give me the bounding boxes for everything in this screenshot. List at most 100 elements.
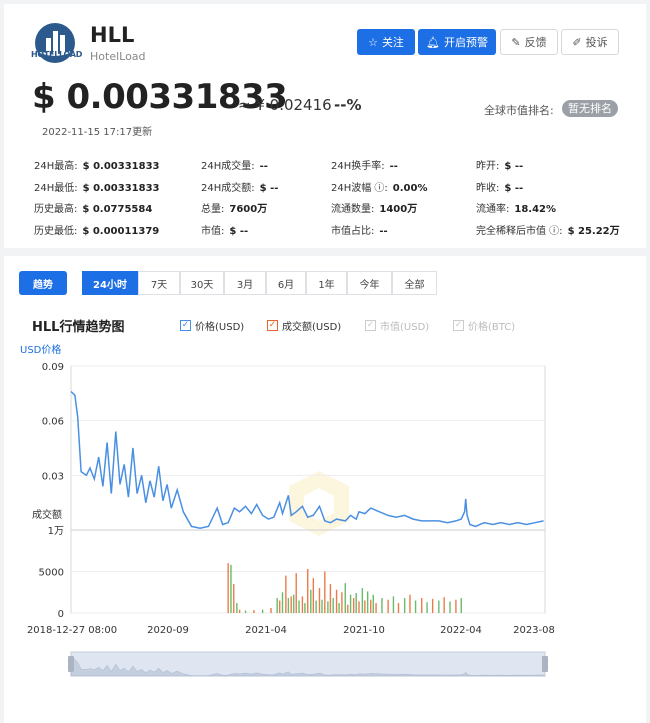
stat-item: 24H最高: $ 0.00331833 [34, 157, 160, 172]
volume-bar [375, 603, 377, 613]
pen-icon: ✐ [572, 35, 582, 49]
volume-bar [276, 598, 278, 613]
stat-item: 流通数量: 1400万 [331, 200, 417, 215]
volume-bar [327, 601, 329, 613]
volume-bar [293, 594, 295, 613]
stat-item: 总量: 7600万 [201, 200, 267, 215]
stat-value: $ -- [229, 226, 249, 237]
volume-bar [421, 598, 423, 613]
volume-bar [318, 588, 321, 613]
price-cny: ≈ ¥ 0.02416 [238, 96, 332, 114]
stat-value: $ -- [504, 183, 524, 194]
volume-bar [290, 596, 292, 613]
stat-value: $ 0.00011379 [82, 226, 160, 237]
volume-bar [392, 596, 395, 613]
volume-bar [366, 591, 369, 613]
stat-item: 市值占比: -- [331, 222, 388, 237]
volume-bar [364, 600, 366, 613]
volume-tick-label: 1万 [48, 526, 64, 537]
volume-bar [233, 583, 235, 613]
watermark-icon [289, 471, 349, 536]
stat-value: -- [259, 161, 268, 172]
feedback-button[interactable]: ✎ 反馈 [500, 29, 558, 55]
stat-value: -- [379, 226, 388, 237]
price-axis-label: USD价格 [20, 343, 61, 356]
stat-value: $ 0.0775584 [82, 204, 153, 215]
volume-tick-label: 5000 [39, 568, 64, 579]
volume-bar [361, 588, 364, 613]
volume-bar [397, 603, 400, 613]
volume-bar [431, 598, 434, 613]
report-button[interactable]: ✐ 投诉 [561, 29, 619, 55]
volume-bar [352, 598, 355, 613]
stat-value: $ 0.00331833 [82, 183, 160, 194]
volume-bar [312, 578, 315, 613]
volume-tick-label: 0 [58, 609, 64, 620]
volume-bar [287, 598, 290, 613]
volume-bar [403, 598, 406, 613]
stat-label: 市值: [201, 226, 225, 237]
volume-bar [355, 593, 357, 613]
x-tick-label: 2023-08 [513, 625, 555, 636]
volume-bar [279, 600, 281, 613]
coin-name: HotelLoad [90, 50, 146, 63]
volume-bar [409, 594, 411, 613]
edit-icon: ✎ [511, 35, 521, 49]
stat-label: 完全稀释后市值 ⓘ: [476, 226, 563, 237]
price-tick-label: 0.06 [42, 417, 64, 428]
rank-badge: 暂无排名 [562, 100, 618, 117]
stat-label: 昨收: [476, 183, 500, 194]
stat-value: $ 0.00331833 [82, 161, 160, 172]
rank-label: 全球市值排名: [484, 104, 554, 117]
stat-label: 24H成交量: [201, 161, 255, 172]
volume-bar [301, 596, 304, 613]
stat-value: 0.00% [392, 183, 428, 194]
coin-symbol: HLL [90, 23, 135, 47]
volume-bar [270, 608, 272, 613]
stat-label: 24H波幅 ⓘ: [331, 183, 388, 194]
volume-bar [329, 583, 332, 613]
alert-button[interactable]: 🔔︎ 开启预警 [418, 29, 496, 55]
volume-bar [370, 599, 372, 613]
zoom-navigator[interactable] [68, 651, 548, 677]
volume-bar [304, 603, 306, 613]
stat-item: 昨收: $ -- [476, 179, 523, 194]
stat-label: 市值占比: [331, 226, 375, 237]
volume-bar [332, 598, 334, 613]
volume-bar [338, 603, 340, 613]
stat-item: 24H换手率: -- [331, 157, 398, 172]
bell-icon: 🔔︎ [426, 35, 440, 49]
volume-bar [236, 603, 238, 613]
volume-bar [295, 573, 297, 613]
stat-item: 24H波幅 ⓘ: 0.00% [331, 179, 428, 194]
stat-item: 昨开: $ -- [476, 157, 523, 172]
volume-bar [455, 599, 457, 613]
zoom-handle-right[interactable] [542, 656, 548, 672]
volume-bar [261, 609, 264, 613]
coin-info-card: HOTELLOAD HLL HotelLoad ☆ 关注 🔔︎ 开启预警 ✎ 反… [4, 4, 646, 248]
volume-bar [381, 598, 383, 613]
volume-bar [335, 589, 338, 613]
price-tick-label: 0.03 [42, 471, 64, 482]
stat-value: $ 25.22万 [567, 226, 620, 237]
volume-bar [321, 599, 323, 613]
x-tick-label: 2021-04 [245, 625, 287, 636]
logo-text: HOTELLOAD [31, 50, 83, 59]
x-tick-label: 2022-04 [440, 625, 482, 636]
stat-value: 7600万 [229, 204, 268, 215]
volume-bar [387, 599, 389, 613]
volume-bar [307, 569, 309, 613]
stat-value: $ -- [504, 161, 524, 172]
stat-label: 历史最高: [34, 204, 78, 215]
stat-item: 24H成交额: $ -- [201, 179, 278, 194]
stat-value: 1400万 [379, 204, 418, 215]
stat-item: 历史最高: $ 0.0775584 [34, 200, 152, 215]
volume-bar [414, 600, 417, 613]
stat-item: 24H最低: $ 0.00331833 [34, 179, 160, 194]
price-change: --% [334, 96, 362, 114]
follow-button[interactable]: ☆ 关注 [357, 29, 415, 55]
stat-label: 总量: [201, 204, 225, 215]
price-chart[interactable]: 0.09 0.06 0.03 USD价格 1万 5000 0 成交额 2018-12-27 08… [4, 256, 646, 723]
stat-label: 24H最低: [34, 183, 78, 194]
zoom-handle-left[interactable] [68, 656, 74, 672]
